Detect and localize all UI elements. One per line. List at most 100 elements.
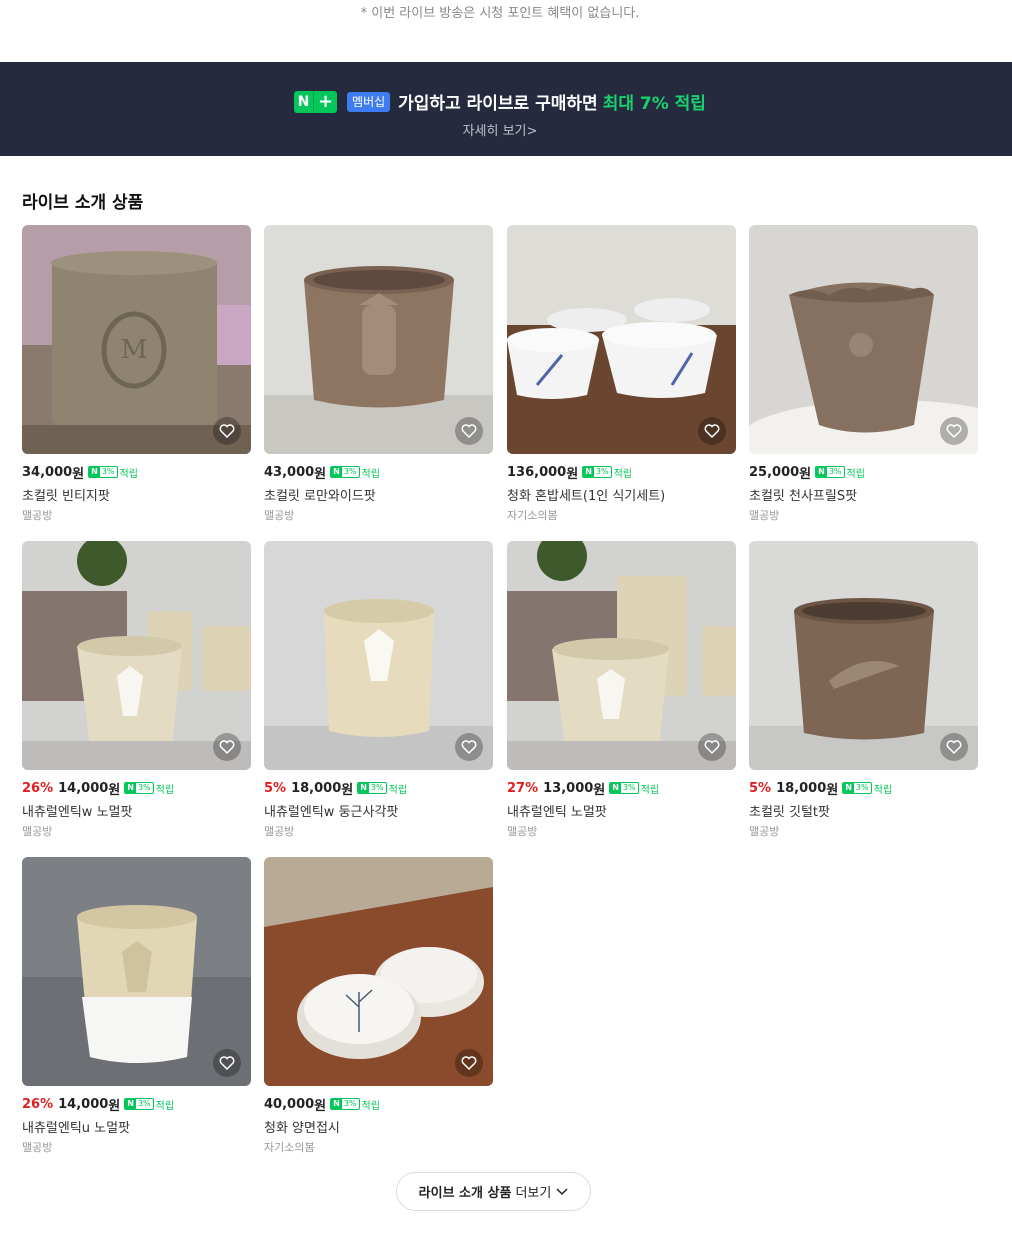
product-name[interactable]: 청화 양면접시 <box>264 1117 493 1136</box>
product-price: 18,000 <box>776 780 827 796</box>
product-price: 14,000 <box>58 1096 109 1112</box>
currency: 원 <box>314 1098 327 1114</box>
heart-icon[interactable] <box>455 417 483 445</box>
point-percent: 3% <box>343 467 357 476</box>
product-image[interactable]: M <box>22 225 251 454</box>
banner-text: 가입하고 라이브로 구매하면 <box>398 94 598 114</box>
svg-text:M: M <box>121 335 148 365</box>
product-image[interactable] <box>22 857 251 1086</box>
point-label: 적립 <box>361 468 380 480</box>
product-image[interactable] <box>749 541 978 770</box>
heart-icon[interactable] <box>698 733 726 761</box>
product-image[interactable] <box>507 541 736 770</box>
product-name[interactable]: 내츄럴엔틱w 노멀팟 <box>22 801 251 820</box>
product-name[interactable]: 초컬릿 빈티지팟 <box>22 485 251 504</box>
product-price: 40,000 <box>264 1096 315 1112</box>
store-name: 맬공방 <box>749 825 780 838</box>
product-card[interactable]: 5% 18,000 원 N 3% 적립 내츄럴엔틱w 둥근사각팟 맬공방 <box>264 541 493 839</box>
store-name: 자기소의봄 <box>507 509 558 522</box>
product-card[interactable]: 40,000 원 N 3% 적립 청화 양면접시 자기소의봄 <box>264 857 493 1155</box>
point-label: 적립 <box>361 1100 380 1112</box>
membership-badge: 멤버십 <box>347 91 391 112</box>
product-card[interactable]: 43,000 원 N 3% 적립 초컬릿 로만와이드팟 맬공방 <box>264 225 493 523</box>
heart-icon[interactable] <box>455 733 483 761</box>
product-price: 34,000 <box>22 464 73 480</box>
currency: 원 <box>799 466 812 482</box>
store-name: 맬공방 <box>749 509 780 522</box>
product-card[interactable]: 27% 13,000 원 N 3% 적립 내츄럴엔틱 노멀팟 맬공방 <box>507 541 736 839</box>
banner-highlight: 최대 7% 적립 <box>602 94 706 114</box>
naver-n-icon: N <box>89 467 100 477</box>
store-name: 자기소의봄 <box>264 1141 315 1154</box>
naver-point-badge: N 3% <box>842 782 872 794</box>
product-name[interactable]: 초컬릿 로만와이드팟 <box>264 485 493 504</box>
product-image[interactable] <box>264 857 493 1086</box>
product-card[interactable]: 5% 18,000 원 N 3% 적립 초컬릿 깃털t팟 맬공방 <box>749 541 978 839</box>
notice-text: * 이번 라이브 방송은 시청 포인트 혜택이 없습니다. <box>360 6 640 21</box>
more-button-suffix: 더보기 <box>515 1186 552 1201</box>
membership-banner[interactable]: N + 멤버십 가입하고 라이브로 구매하면 최대 7% 적립 자세히 보기> <box>0 62 1012 156</box>
product-name[interactable]: 초컬릿 천사프릴S팟 <box>749 485 978 504</box>
naver-point-badge: N 3% <box>330 1098 360 1110</box>
product-card[interactable]: 136,000 원 N 3% 적립 청화 혼밥세트(1인 식기세트) 자기소의봄 <box>507 225 736 523</box>
section-title: 라이브 소개 상품 <box>22 193 144 213</box>
plus-icon: + <box>313 90 338 113</box>
point-label: 적립 <box>155 1100 175 1112</box>
naver-n-icon: N <box>294 90 314 113</box>
product-image[interactable] <box>264 541 493 770</box>
product-image[interactable] <box>22 541 251 770</box>
banner-detail-link[interactable]: 자세히 보기> <box>0 120 1000 139</box>
naver-point-badge: N 3% <box>330 466 360 478</box>
naver-n-icon: N <box>331 467 342 477</box>
chevron-down-icon <box>556 1187 568 1195</box>
point-label: 적립 <box>613 468 632 480</box>
currency: 원 <box>566 466 579 482</box>
discount-rate: 27% <box>507 780 539 796</box>
heart-icon[interactable] <box>213 1049 241 1077</box>
store-name: 맬공방 <box>264 825 295 838</box>
point-label: 적립 <box>119 468 138 480</box>
naver-n-icon: N <box>583 467 594 477</box>
naver-n-icon: N <box>816 467 827 477</box>
point-percent: 3% <box>137 1099 151 1108</box>
heart-icon[interactable] <box>455 1049 483 1077</box>
naver-point-badge: N 3% <box>815 466 845 478</box>
point-percent: 3% <box>828 467 842 476</box>
product-image[interactable] <box>749 225 978 454</box>
currency: 원 <box>314 466 327 482</box>
product-image[interactable] <box>507 225 736 454</box>
product-price: 18,000 <box>291 780 342 796</box>
store-name: 맬공방 <box>264 509 295 522</box>
product-image[interactable] <box>264 225 493 454</box>
point-percent: 3% <box>137 783 151 792</box>
currency: 원 <box>341 782 354 798</box>
point-percent: 3% <box>622 783 636 792</box>
product-name[interactable]: 초컬릿 깃털t팟 <box>749 801 978 820</box>
point-percent: 3% <box>595 467 609 476</box>
heart-icon[interactable] <box>940 733 968 761</box>
currency: 원 <box>72 466 85 482</box>
discount-rate: 5% <box>749 780 772 796</box>
heart-icon[interactable] <box>213 417 241 445</box>
product-card[interactable]: 26% 14,000 원 N 3% 적립 내츄럴엔틱w 노멀팟 맬공방 <box>22 541 251 839</box>
point-label: 적립 <box>388 784 408 796</box>
product-name[interactable]: 내츄럴엔틱u 노멀팟 <box>22 1117 251 1136</box>
discount-rate: 26% <box>22 1096 54 1112</box>
heart-icon[interactable] <box>940 417 968 445</box>
more-products-button[interactable]: 라이브 소개 상품 더보기 <box>396 1172 591 1211</box>
product-price: 13,000 <box>543 780 594 796</box>
store-name: 맬공방 <box>22 825 53 838</box>
point-percent: 3% <box>370 783 384 792</box>
point-percent: 3% <box>855 783 869 792</box>
heart-icon[interactable] <box>213 733 241 761</box>
product-price: 14,000 <box>58 780 109 796</box>
product-name[interactable]: 청화 혼밥세트(1인 식기세트) <box>507 485 736 504</box>
product-card[interactable]: 25,000 원 N 3% 적립 초컬릿 천사프릴S팟 맬공방 <box>749 225 978 523</box>
heart-icon[interactable] <box>698 417 726 445</box>
product-name[interactable]: 내츄럴엔틱w 둥근사각팟 <box>264 801 493 820</box>
product-card[interactable]: M 34,000 원 N 3% 적립 초컬릿 빈티지팟 맬공방 <box>22 225 251 523</box>
point-label: 적립 <box>640 784 660 796</box>
product-name[interactable]: 내츄럴엔틱 노멀팟 <box>507 801 736 820</box>
product-card[interactable]: 26% 14,000 원 N 3% 적립 내츄럴엔틱u 노멀팟 맬공방 <box>22 857 251 1155</box>
naver-point-badge: N 3% <box>124 782 154 794</box>
